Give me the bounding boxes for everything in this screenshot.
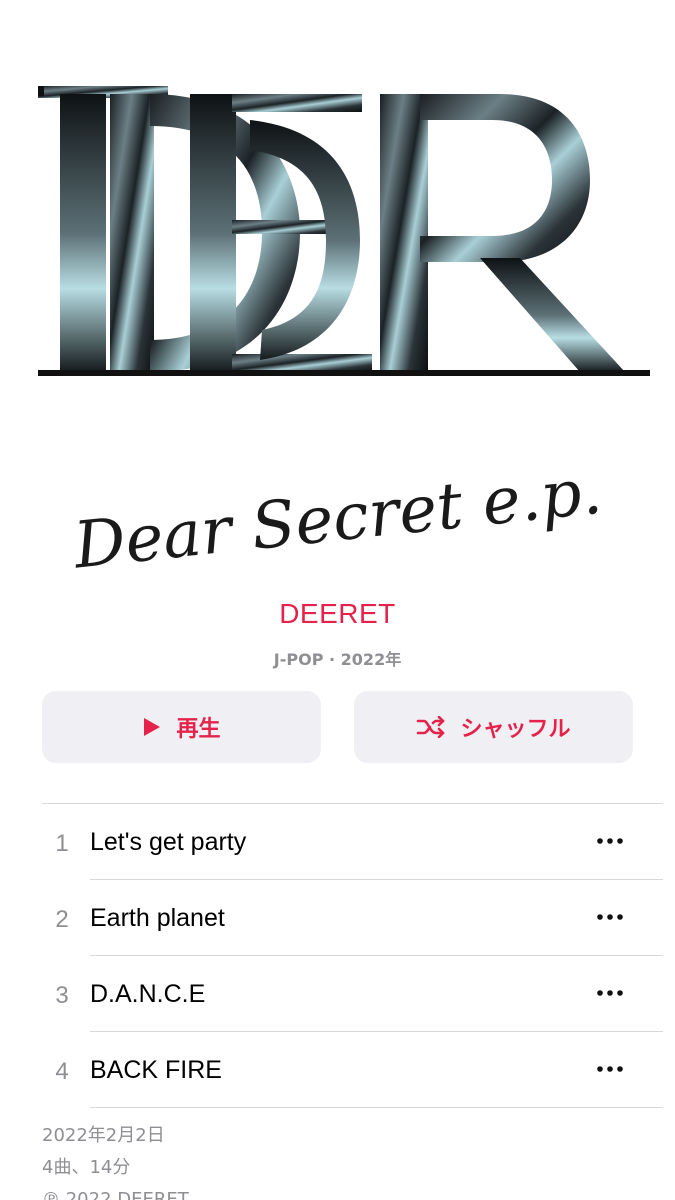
track-row[interactable]: 2 Earth planet [0,880,675,956]
track-title: Let's get party [90,828,247,856]
copyright: ℗ 2022 DEERET [42,1189,189,1200]
album-footer: 2022年2月2日 4曲、14分 ℗ 2022 DEERET [42,1120,642,1200]
release-date: 2022年2月2日 [42,1125,165,1146]
track-title: Earth planet [90,904,225,932]
album-artwork-image: Dear Secret e.p. [38,86,650,580]
genre-year: J-POP · 2022年 [273,650,402,669]
track-number: 1 [55,830,69,857]
track-row[interactable]: 3 D.A.N.C.E [0,956,675,1032]
track-divider [90,1107,663,1108]
track-row[interactable]: 4 BACK FIRE [0,1032,675,1108]
der-logo [38,86,650,376]
more-options-icon[interactable] [590,1054,630,1084]
album-screen: Dear Secret e.p. DEERET J-POP · 2022年 再生… [0,0,675,1200]
shuffle-label: シャッフル [460,717,571,742]
shuffle-icon [416,716,446,738]
track-title: BACK FIRE [90,1056,222,1084]
track-number: 2 [55,906,69,933]
play-button[interactable]: 再生 [42,691,321,763]
artist-name[interactable]: DEERET [0,598,675,630]
shuffle-button[interactable]: シャッフル [354,691,633,763]
track-list: 1 Let's get party 2 Earth planet 3 D.A.N… [0,804,675,1108]
track-title: D.A.N.C.E [90,980,206,1008]
play-label: 再生 [176,717,221,742]
track-number: 4 [55,1058,69,1085]
play-icon [142,716,162,738]
track-count-duration: 4曲、14分 [42,1157,131,1178]
more-options-icon[interactable] [590,978,630,1008]
artwork-script-text: Dear Secret e.p. [70,455,606,580]
more-options-icon[interactable] [590,826,630,856]
more-options-icon[interactable] [590,902,630,932]
album-artwork[interactable]: Dear Secret e.p. [0,0,675,580]
track-number: 3 [55,982,69,1009]
dear-secret-script: Dear Secret e.p. [70,455,606,580]
track-row[interactable]: 1 Let's get party [0,804,675,880]
